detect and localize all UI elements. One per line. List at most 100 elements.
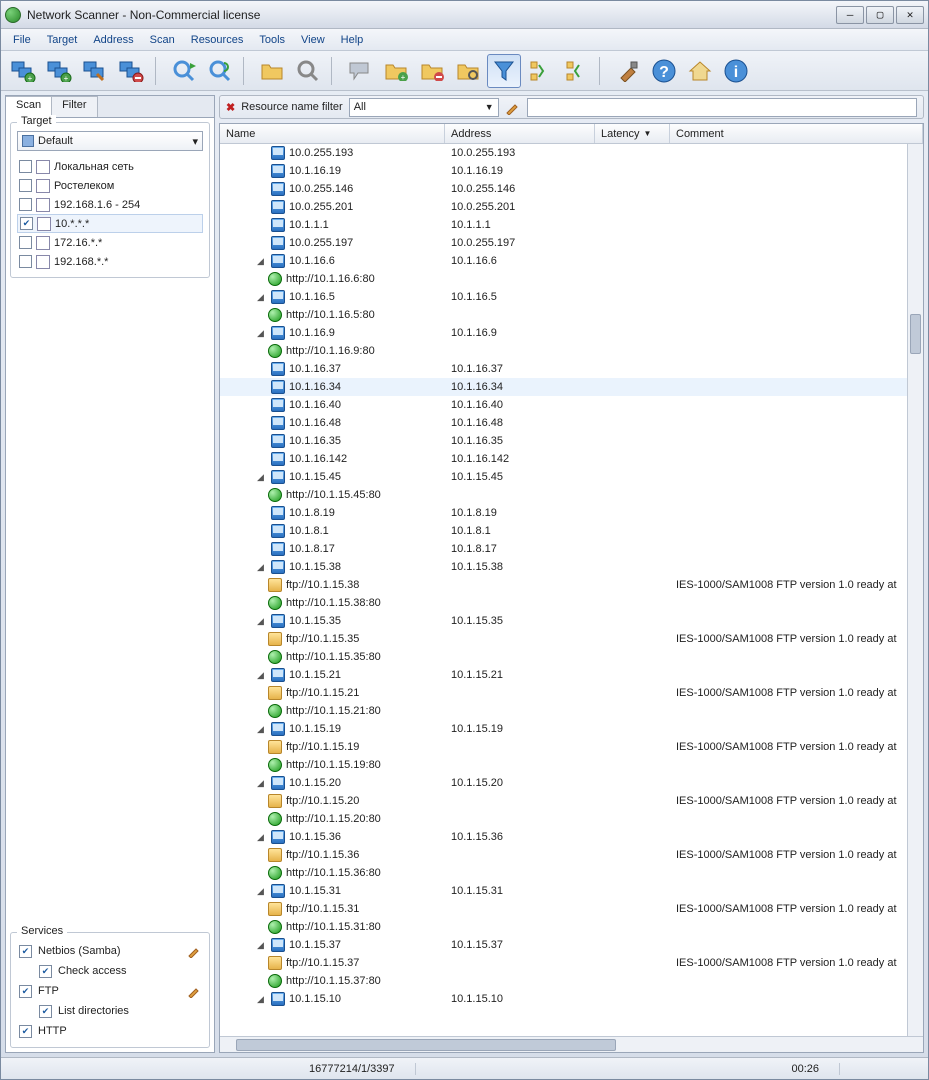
- grid-row[interactable]: ◢10.1.15.20 10.1.15.20: [220, 774, 923, 792]
- grid-row[interactable]: ◢10.1.15.31 10.1.15.31: [220, 882, 923, 900]
- tool-scan-repeat[interactable]: [203, 54, 237, 88]
- grid-row[interactable]: ftp://10.1.15.21 IES-1000/SAM1008 FTP ve…: [220, 684, 923, 702]
- expander-icon[interactable]: ◢: [256, 617, 265, 626]
- menu-tools[interactable]: Tools: [251, 32, 293, 48]
- grid-row[interactable]: http://10.1.15.35:80: [220, 648, 923, 666]
- service-checkbox[interactable]: [19, 945, 32, 958]
- grid-row[interactable]: http://10.1.16.5:80: [220, 306, 923, 324]
- expander-icon[interactable]: ◢: [256, 779, 265, 788]
- grid-row[interactable]: 10.0.255.193 10.0.255.193: [220, 144, 923, 162]
- grid-row[interactable]: http://10.1.16.9:80: [220, 342, 923, 360]
- target-checkbox[interactable]: [19, 236, 32, 249]
- service-checkbox[interactable]: [39, 1005, 52, 1018]
- service-checkbox[interactable]: [19, 1025, 32, 1038]
- grid-row[interactable]: ◢10.1.16.5 10.1.16.5: [220, 288, 923, 306]
- menu-scan[interactable]: Scan: [142, 32, 183, 48]
- grid-row[interactable]: ftp://10.1.15.36 IES-1000/SAM1008 FTP ve…: [220, 846, 923, 864]
- menu-resources[interactable]: Resources: [183, 32, 252, 48]
- menu-target[interactable]: Target: [39, 32, 86, 48]
- tool-edit-host[interactable]: [79, 54, 113, 88]
- tool-tree-expand[interactable]: [523, 54, 557, 88]
- scroll-thumb[interactable]: [236, 1039, 616, 1051]
- grid-row[interactable]: ◢10.1.15.21 10.1.15.21: [220, 666, 923, 684]
- clear-filter-icon[interactable]: ✖: [226, 101, 235, 114]
- grid-row[interactable]: ◢10.1.16.6 10.1.16.6: [220, 252, 923, 270]
- tool-about[interactable]: i: [719, 54, 753, 88]
- tool-folder-search[interactable]: [451, 54, 485, 88]
- tool-speech[interactable]: [343, 54, 377, 88]
- grid-row[interactable]: ftp://10.1.15.37 IES-1000/SAM1008 FTP ve…: [220, 954, 923, 972]
- grid-row[interactable]: http://10.1.15.37:80: [220, 972, 923, 990]
- tab-filter[interactable]: Filter: [52, 96, 97, 117]
- expander-icon[interactable]: ◢: [256, 833, 265, 842]
- grid-row[interactable]: ◢10.1.15.36 10.1.15.36: [220, 828, 923, 846]
- service-item[interactable]: FTP: [17, 981, 203, 1001]
- grid-row[interactable]: 10.1.1.1 10.1.1.1: [220, 216, 923, 234]
- tool-add-range[interactable]: +: [43, 54, 77, 88]
- expander-icon[interactable]: ◢: [256, 887, 265, 896]
- target-item[interactable]: Ростелеком: [17, 176, 203, 195]
- tool-add-hosts[interactable]: +: [7, 54, 41, 88]
- expander-icon[interactable]: ◢: [256, 293, 265, 302]
- grid-row[interactable]: http://10.1.15.19:80: [220, 756, 923, 774]
- grid-row[interactable]: 10.0.255.197 10.0.255.197: [220, 234, 923, 252]
- grid-row[interactable]: ftp://10.1.15.20 IES-1000/SAM1008 FTP ve…: [220, 792, 923, 810]
- target-item[interactable]: 192.168.*.*: [17, 252, 203, 271]
- tool-help[interactable]: ?: [647, 54, 681, 88]
- expander-icon[interactable]: ◢: [256, 725, 265, 734]
- grid-row[interactable]: 10.0.255.201 10.0.255.201: [220, 198, 923, 216]
- grid-row[interactable]: http://10.1.16.6:80: [220, 270, 923, 288]
- grid-row[interactable]: ◢10.1.15.19 10.1.15.19: [220, 720, 923, 738]
- tool-find[interactable]: [291, 54, 325, 88]
- grid-row[interactable]: http://10.1.15.38:80: [220, 594, 923, 612]
- grid-row[interactable]: http://10.1.15.21:80: [220, 702, 923, 720]
- target-item[interactable]: Локальная сеть: [17, 157, 203, 176]
- grid-row[interactable]: http://10.1.15.45:80: [220, 486, 923, 504]
- expander-icon[interactable]: ◢: [256, 473, 265, 482]
- minimize-button[interactable]: —: [836, 6, 864, 24]
- target-item[interactable]: 172.16.*.*: [17, 233, 203, 252]
- service-checkbox[interactable]: [19, 985, 32, 998]
- target-checkbox[interactable]: [19, 255, 32, 268]
- expander-icon[interactable]: ◢: [256, 941, 265, 950]
- grid-row[interactable]: 10.0.255.146 10.0.255.146: [220, 180, 923, 198]
- target-item[interactable]: 192.168.1.6 - 254: [17, 195, 203, 214]
- target-item[interactable]: 10.*.*.*: [17, 214, 203, 233]
- grid-row[interactable]: ◢10.1.15.10 10.1.15.10: [220, 990, 923, 1008]
- grid-row[interactable]: ◢10.1.15.35 10.1.15.35: [220, 612, 923, 630]
- grid-row[interactable]: 10.1.16.37 10.1.16.37: [220, 360, 923, 378]
- grid-row[interactable]: http://10.1.15.36:80: [220, 864, 923, 882]
- menu-view[interactable]: View: [293, 32, 333, 48]
- edit-icon[interactable]: [187, 944, 201, 958]
- expander-icon[interactable]: ◢: [256, 329, 265, 338]
- edit-icon[interactable]: [187, 984, 201, 998]
- grid-row[interactable]: 10.1.16.40 10.1.16.40: [220, 396, 923, 414]
- grid-row[interactable]: ftp://10.1.15.19 IES-1000/SAM1008 FTP ve…: [220, 738, 923, 756]
- menu-file[interactable]: File: [5, 32, 39, 48]
- tool-folder-remove[interactable]: [415, 54, 449, 88]
- grid-row[interactable]: ◢10.1.15.45 10.1.15.45: [220, 468, 923, 486]
- vertical-scrollbar[interactable]: [907, 144, 923, 1036]
- expander-icon[interactable]: ◢: [256, 671, 265, 680]
- grid-body[interactable]: 10.0.255.193 10.0.255.193 10.1.16.19 10.…: [220, 144, 923, 1036]
- grid-row[interactable]: 10.1.16.35 10.1.16.35: [220, 432, 923, 450]
- tool-folder-add[interactable]: +: [379, 54, 413, 88]
- target-combo[interactable]: Default ▾: [17, 131, 203, 151]
- expander-icon[interactable]: ◢: [256, 995, 265, 1004]
- grid-row[interactable]: http://10.1.15.20:80: [220, 810, 923, 828]
- col-comment[interactable]: Comment: [670, 124, 923, 143]
- target-checkbox[interactable]: [19, 160, 32, 173]
- expander-icon[interactable]: ◢: [256, 563, 265, 572]
- tool-scan-start[interactable]: [167, 54, 201, 88]
- menu-address[interactable]: Address: [85, 32, 141, 48]
- grid-row[interactable]: http://10.1.15.31:80: [220, 918, 923, 936]
- filter-text-input[interactable]: [527, 98, 917, 117]
- service-item[interactable]: List directories: [17, 1001, 203, 1021]
- col-latency[interactable]: Latency▼: [595, 124, 670, 143]
- maximize-button[interactable]: ▢: [866, 6, 894, 24]
- close-button[interactable]: ✕: [896, 6, 924, 24]
- grid-row[interactable]: ◢10.1.15.38 10.1.15.38: [220, 558, 923, 576]
- grid-row[interactable]: ftp://10.1.15.31 IES-1000/SAM1008 FTP ve…: [220, 900, 923, 918]
- grid-row[interactable]: 10.1.16.34 10.1.16.34: [220, 378, 923, 396]
- grid-row[interactable]: ◢10.1.15.37 10.1.15.37: [220, 936, 923, 954]
